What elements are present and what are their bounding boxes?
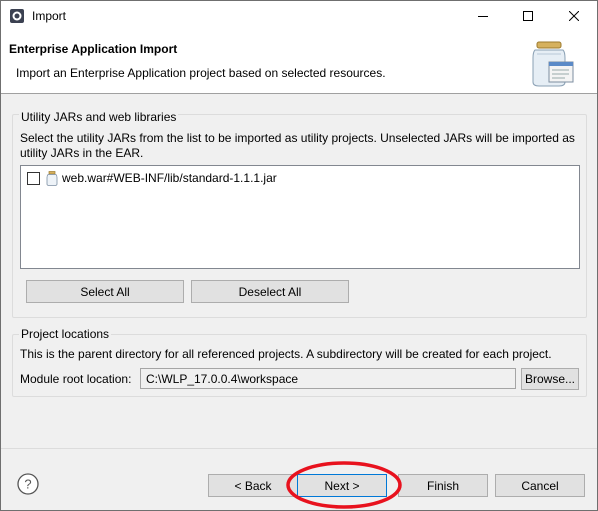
jar-checkbox[interactable] [27, 171, 40, 185]
jar-list[interactable]: web.war#WEB-INF/lib/standard-1.1.1.jar [20, 165, 580, 269]
cancel-button[interactable]: Cancel [495, 474, 585, 497]
jar-label: web.war#WEB-INF/lib/standard-1.1.1.jar [62, 171, 277, 185]
footer-separator [1, 448, 597, 449]
banner-title: Enterprise Application Import [9, 42, 178, 56]
module-root-label: Module root location: [20, 372, 132, 386]
next-button[interactable]: Next > [297, 474, 387, 497]
deselect-all-button[interactable]: Deselect All [191, 280, 349, 303]
help-icon[interactable]: ? [17, 473, 39, 495]
jar-import-wizard-icon [532, 41, 574, 87]
title-bar: Import [1, 1, 597, 31]
project-locations-description: This is the parent directory for all ref… [20, 347, 552, 361]
utility-jars-description: Select the utility JARs from the list to… [20, 131, 575, 160]
back-button[interactable]: < Back [208, 474, 298, 497]
close-button[interactable] [551, 1, 596, 31]
list-item[interactable]: web.war#WEB-INF/lib/standard-1.1.1.jar [27, 169, 277, 187]
project-locations-group-title: Project locations [19, 327, 112, 341]
minimize-icon [477, 16, 488, 17]
maximize-icon [522, 11, 533, 21]
eclipse-icon [10, 9, 24, 23]
jar-icon [46, 170, 58, 186]
utility-jars-group-title: Utility JARs and web libraries [19, 110, 179, 124]
window-title: Import [32, 9, 67, 23]
finish-button[interactable]: Finish [398, 474, 488, 497]
import-dialog: Import Enterprise Application Import Imp… [0, 0, 598, 511]
wizard-banner: Enterprise Application Import Import an … [1, 31, 597, 94]
maximize-button[interactable] [505, 1, 550, 31]
close-icon [568, 11, 579, 21]
select-all-button[interactable]: Select All [26, 280, 184, 303]
minimize-button[interactable] [460, 1, 505, 31]
svg-text:?: ? [24, 477, 31, 492]
module-root-location-field[interactable] [140, 368, 516, 389]
banner-description: Import an Enterprise Application project… [16, 66, 386, 80]
browse-button[interactable]: Browse... [521, 368, 579, 390]
